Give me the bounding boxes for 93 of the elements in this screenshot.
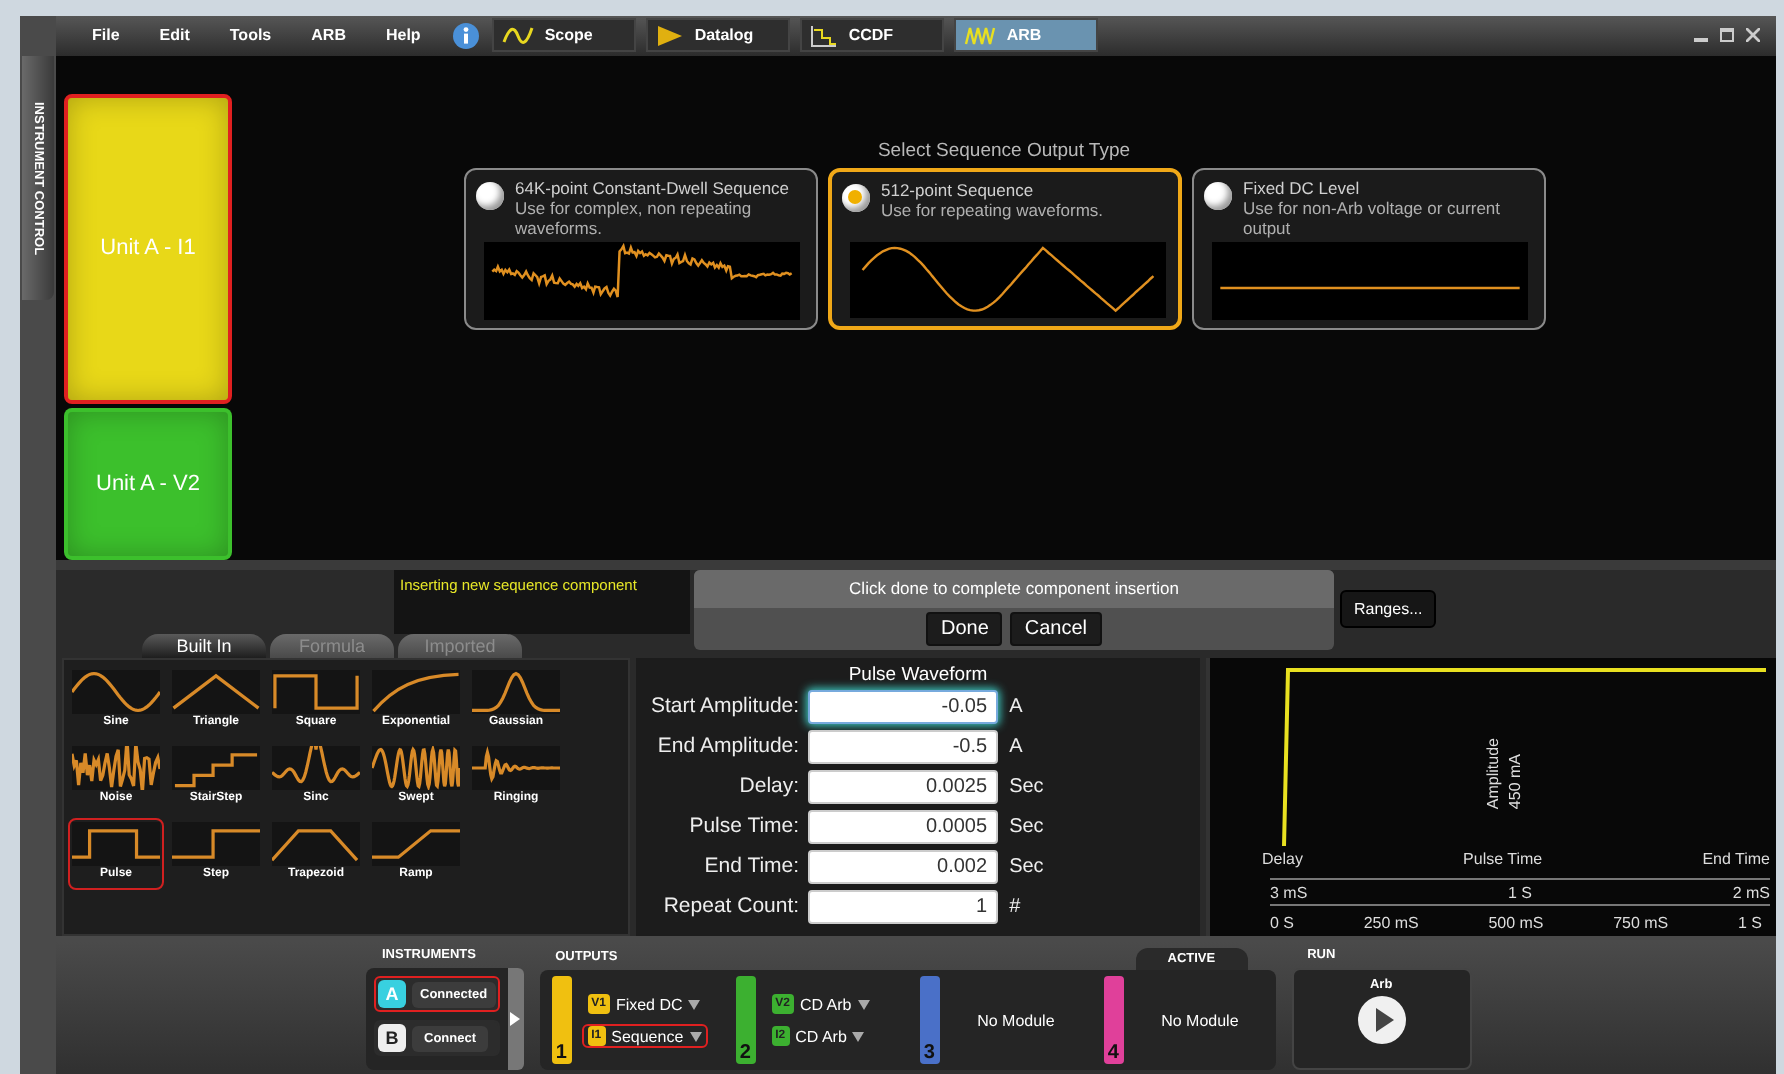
menu-item[interactable]: Tools <box>213 26 288 45</box>
output-color-bar: 4 <box>1103 976 1124 1064</box>
instrument-badge: B <box>378 1024 406 1052</box>
prompt-button[interactable]: Cancel <box>1010 611 1102 646</box>
input-field[interactable]: 0.002 <box>807 849 998 884</box>
sinc-wave-icon <box>272 745 360 790</box>
caret-icon <box>857 999 870 1009</box>
output-color-bar: 3 <box>919 976 940 1064</box>
app-tab[interactable]: CCDF <box>800 18 945 53</box>
radio-button[interactable] <box>475 181 503 210</box>
step-wave-icon <box>172 821 260 866</box>
stairstep-wave-icon <box>172 745 260 790</box>
axis-label: 0 S <box>1270 913 1295 932</box>
sequence-type-card[interactable]: Fixed DC Level Use for non-Arb voltage or current output <box>1191 167 1545 330</box>
amplitude-value: 450 mA <box>1506 751 1524 809</box>
menu-item[interactable]: Edit <box>143 26 206 45</box>
unit-label: Sec <box>1007 775 1046 798</box>
ramp-wave-icon <box>372 821 460 866</box>
sequence-type-card[interactable]: 64K-point Constant-Dwell Sequence Use for complex, non repeating waveforms. <box>463 167 817 330</box>
marker-value: 1 S <box>1507 883 1532 904</box>
unit-label: # <box>1007 895 1023 918</box>
ringing-wave-icon <box>472 745 560 790</box>
close-icon[interactable] <box>1746 28 1760 43</box>
ranges-button[interactable]: Ranges... <box>1340 589 1437 628</box>
axis-label: 250 mS <box>1363 913 1419 932</box>
instrument-badge: A <box>378 980 406 1008</box>
axis-label: 500 mS <box>1488 913 1544 932</box>
input-field[interactable]: 0.0025 <box>807 769 998 804</box>
output-color-bar: 1 <box>551 976 572 1064</box>
form-title: Pulse Waveform <box>848 663 988 686</box>
play-button[interactable] <box>1357 996 1406 1044</box>
option-description: Use for repeating waveforms. <box>881 199 1104 220</box>
field-label: Delay: <box>737 774 800 799</box>
square-wave-icon <box>272 669 360 714</box>
app-tab[interactable]: Scope <box>492 18 637 53</box>
field-label: End Time: <box>702 854 800 879</box>
output-color-bar: 2 <box>735 976 756 1064</box>
option-title: 512-point Sequence <box>881 179 1036 200</box>
unit-label: Sec <box>1007 855 1046 878</box>
noise-wave-icon <box>72 745 160 790</box>
caret-icon <box>688 999 701 1009</box>
caret-icon <box>689 1031 702 1041</box>
marker-value: 2 mS <box>1732 883 1770 904</box>
info-icon[interactable] <box>452 21 481 50</box>
radio-button[interactable] <box>841 183 869 212</box>
module-status: No Module <box>975 1011 1055 1029</box>
module-status: No Module <box>1159 1011 1239 1029</box>
unit-label: A <box>1007 695 1025 718</box>
option-description: Use for non-Arb voltage or current output <box>1243 197 1503 238</box>
prompt-button[interactable]: Done <box>926 611 1003 646</box>
axis-label: 750 mS <box>1613 913 1669 932</box>
radio-button[interactable] <box>1203 181 1231 210</box>
section-title: Select Sequence Output Type <box>877 139 1131 162</box>
sine-wave-icon <box>72 669 160 714</box>
app-tab[interactable]: Datalog <box>646 18 791 53</box>
field-label: End Amplitude: <box>655 734 800 759</box>
marker-label: End Time <box>1702 849 1770 870</box>
field-label: Start Amplitude: <box>650 694 800 719</box>
triangle-wave-icon <box>172 669 260 714</box>
swept-wave-icon <box>372 745 460 790</box>
prompt-text: Click done to complete component insertion <box>694 569 1334 608</box>
menu-item[interactable]: ARB <box>295 26 362 45</box>
menu-item[interactable]: Help <box>369 26 437 45</box>
field-label: Pulse Time: <box>687 814 800 839</box>
flag-icon <box>656 23 685 48</box>
maximize-icon[interactable] <box>1720 28 1734 43</box>
step-chart-icon <box>810 23 839 48</box>
unit-label: Sec <box>1007 815 1046 838</box>
caret-icon <box>852 1031 865 1041</box>
marker-value: 3 mS <box>1270 883 1308 904</box>
option-title: Fixed DC Level <box>1243 177 1362 198</box>
option-title: 64K-point Constant-Dwell Sequence <box>515 177 792 198</box>
sequence-type-card[interactable]: 512-point Sequence Use for repeating waveforms. <box>827 167 1181 330</box>
input-field[interactable]: 1 <box>807 889 998 924</box>
marker-label: Delay <box>1262 849 1303 870</box>
marker-label: Pulse Time <box>1463 849 1543 870</box>
zigzag-wave-icon <box>964 23 997 48</box>
unit-label: A <box>1007 735 1025 758</box>
gaussian-wave-icon <box>472 669 560 714</box>
input-field[interactable]: -0.05 <box>807 689 998 724</box>
field-label: Repeat Count: <box>661 894 800 919</box>
wave-icon <box>502 23 535 48</box>
library-tab[interactable]: Built In <box>142 633 266 658</box>
trapezoid-wave-icon <box>272 821 360 866</box>
exponential-wave-icon <box>372 669 460 714</box>
option-description: Use for complex, non repeating waveforms. <box>515 197 752 238</box>
axis-label: 1 S <box>1737 913 1762 932</box>
input-field[interactable]: -0.5 <box>807 729 998 764</box>
amplitude-label: Amplitude <box>1484 737 1502 809</box>
menu-item[interactable]: File <box>76 26 136 45</box>
expand-handle[interactable] <box>507 968 524 1070</box>
pulse-wave-icon <box>72 821 160 866</box>
input-field[interactable]: 0.0005 <box>807 809 998 844</box>
